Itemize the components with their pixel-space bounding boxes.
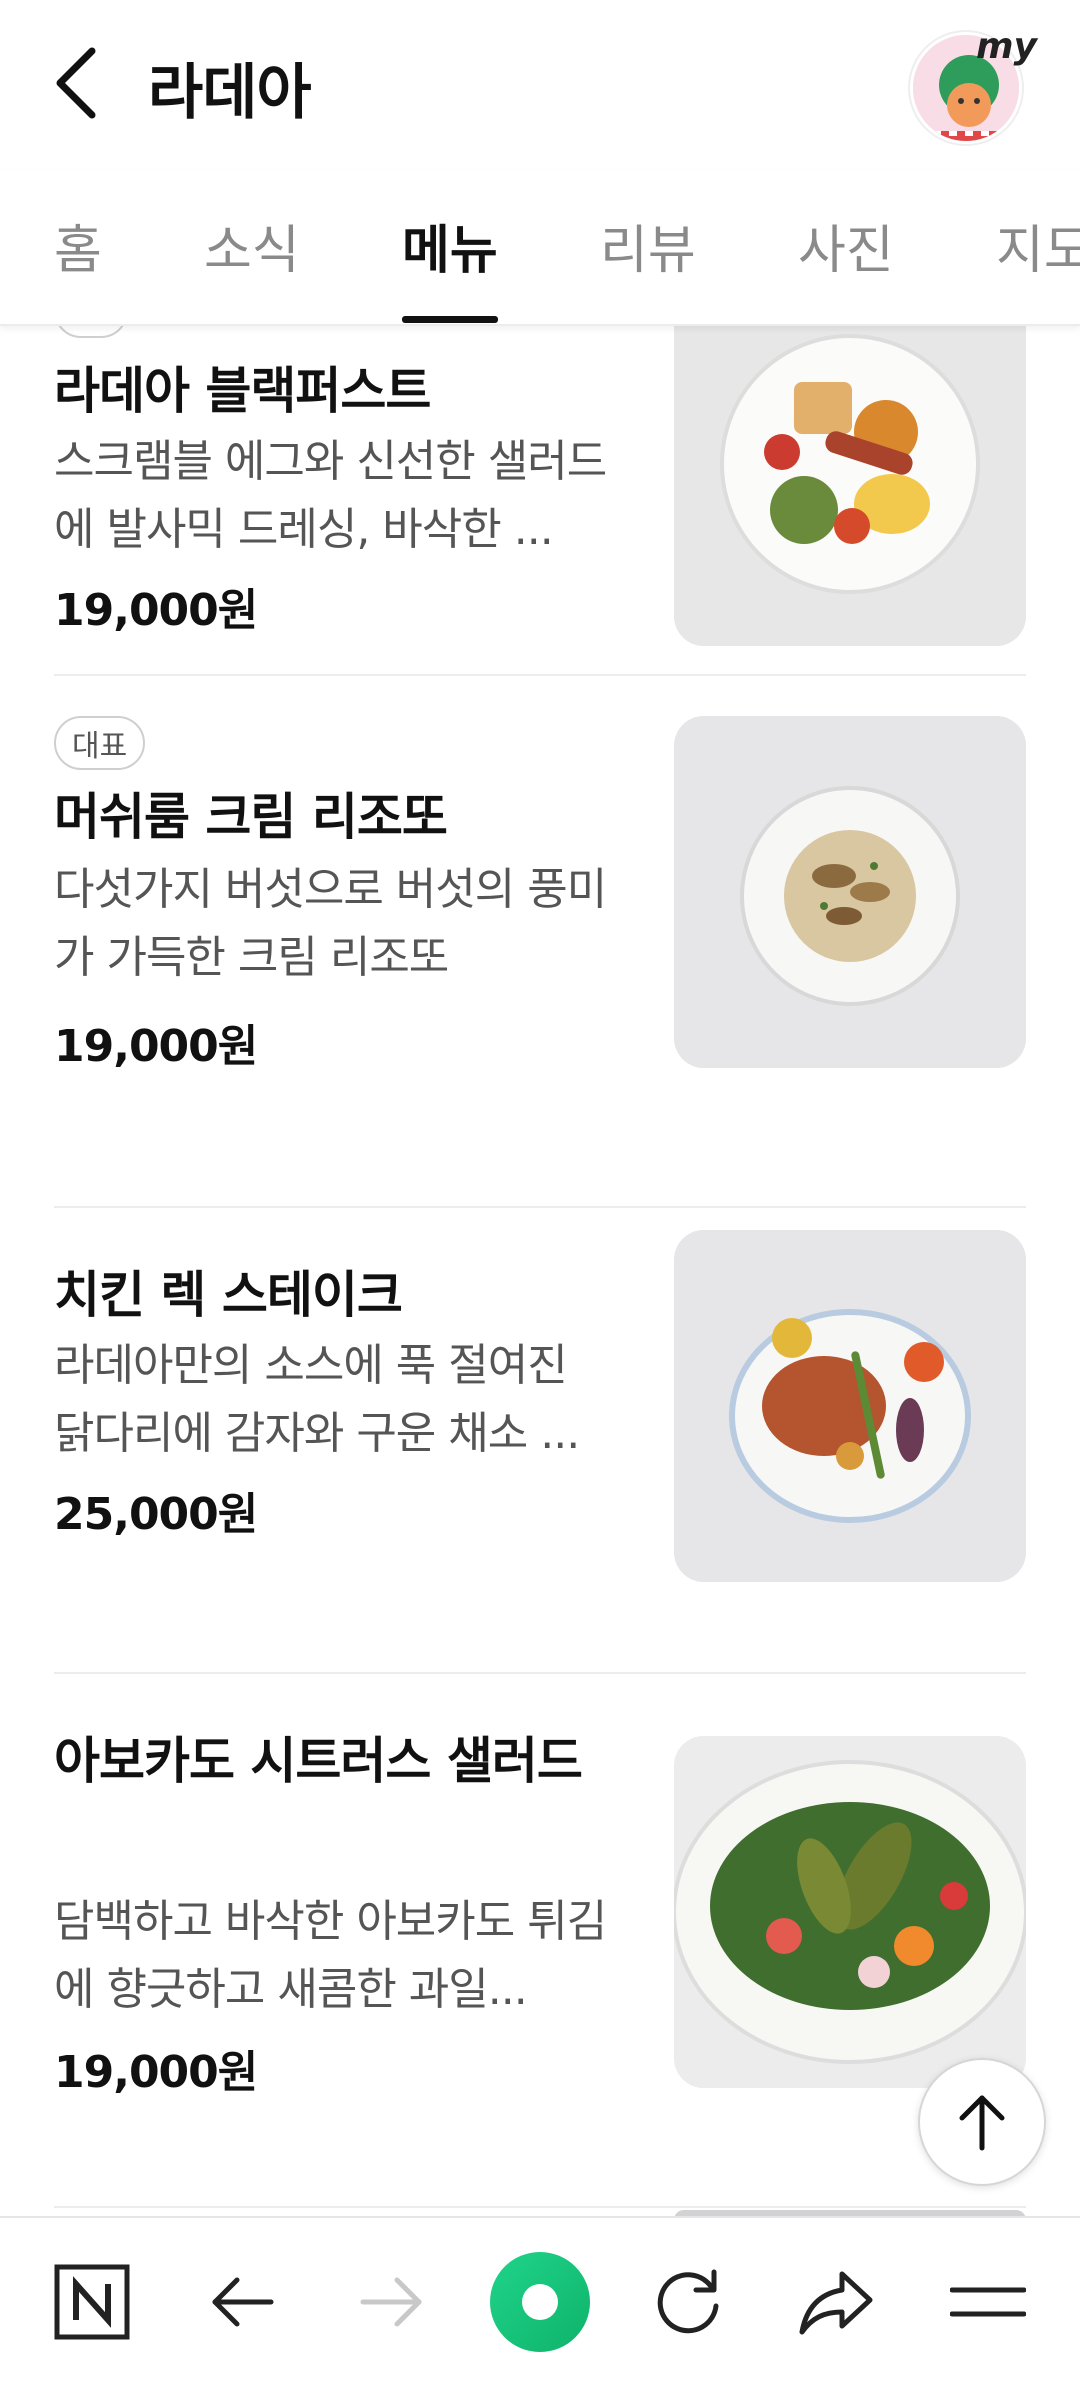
tab-photos[interactable]: 사진: [798, 208, 894, 283]
menu-item-name: 치킨 렉 스테이크: [54, 1266, 403, 1324]
scroll-to-top-button[interactable]: [918, 2058, 1046, 2186]
page-title: 라데아: [148, 58, 312, 128]
menu-item-price: 19,000원: [54, 1021, 258, 1072]
breakfast-plate-icon: [674, 326, 1026, 646]
menu-item-image: [674, 326, 1026, 646]
tab-home[interactable]: 홈: [54, 208, 102, 283]
tab-bar: 홈 소식 메뉴 리뷰 사진 지도: [0, 170, 1080, 326]
menu-item[interactable]: 아보카도 시트러스 샐러드 담백하고 바삭한 아보카도 튀김에 향긋하고 새콤한…: [0, 1726, 1080, 2216]
arrow-up-icon: [959, 2095, 1005, 2151]
browser-bottom-bar: [0, 2216, 1080, 2384]
menu-item-description: 담백하고 바삭한 아보카도 튀김에 향긋하고 새콤한 과일...: [54, 1896, 607, 2015]
back-arrow-icon: [212, 2277, 274, 2327]
menu-item-image: [674, 1736, 1026, 2088]
browser-back-button[interactable]: [182, 2242, 302, 2362]
naver-home-button[interactable]: [32, 2242, 152, 2362]
share-icon: [799, 2271, 873, 2335]
menu-item-image: [674, 1230, 1026, 1582]
tab-news[interactable]: 소식: [204, 208, 300, 283]
app-header: 라데아 my: [0, 0, 1080, 170]
green-dot-icon: [490, 2252, 590, 2352]
chevron-left-icon: [56, 47, 96, 119]
my-label: my: [976, 26, 1037, 67]
item-divider: [54, 1672, 1026, 1674]
forward-arrow-icon: [360, 2277, 422, 2327]
menu-item-description: 다섯가지 버섯으로 버섯의 풍미가 가득한 크림 리조또: [54, 864, 607, 983]
menu-item-price: 25,000원: [54, 1489, 258, 1540]
menu-item-description: 스크램블 에그와 신선한 샐러드에 발사믹 드레싱, 바삭한 ...: [54, 436, 607, 555]
menu-item-name: 아보카도 시트러스 샐러드: [54, 1732, 583, 1790]
back-button[interactable]: [40, 38, 112, 128]
menu-item-name: 라데아 블랙퍼스트: [54, 362, 431, 420]
item-divider: [54, 674, 1026, 676]
tab-menu[interactable]: 메뉴: [402, 208, 498, 283]
share-button[interactable]: [776, 2242, 896, 2362]
item-divider: [54, 1206, 1026, 1208]
menu-badge: [54, 326, 129, 338]
menu-item-description: 라데아만의 소스에 푹 절여진 닭다리에 감자와 구운 채소 ...: [54, 1340, 580, 1459]
menu-item-image: [674, 716, 1026, 1068]
menu-item[interactable]: 라데아 블랙퍼스트 스크램블 에그와 신선한 샐러드에 발사믹 드레싱, 바삭한…: [0, 326, 1080, 676]
my-profile-button[interactable]: my: [908, 26, 1037, 146]
menu-button[interactable]: [928, 2242, 1048, 2362]
risotto-plate-icon: [674, 716, 1026, 1068]
menu-item-price: 19,000원: [54, 2047, 258, 2098]
refresh-button[interactable]: [628, 2242, 748, 2362]
naver-home-icon: [54, 2264, 130, 2340]
browser-forward-button[interactable]: [332, 2242, 452, 2362]
chicken-plate-icon: [674, 1230, 1026, 1582]
naver-green-dot-button[interactable]: [480, 2242, 600, 2362]
menu-item[interactable]: 치킨 렉 스테이크 라데아만의 소스에 푹 절여진 닭다리에 감자와 구운 채소…: [0, 1230, 1080, 1680]
tab-reviews[interactable]: 리뷰: [600, 208, 696, 283]
representative-badge: 대표: [54, 716, 146, 770]
menu-item-name: 머쉬룸 크림 리조또: [54, 788, 448, 846]
menu-list: 라데아 블랙퍼스트 스크램블 에그와 신선한 샐러드에 발사믹 드레싱, 바삭한…: [0, 326, 1080, 2216]
item-divider: [54, 2206, 1026, 2208]
menu-icon: [950, 2287, 1026, 2317]
active-tab-indicator: [402, 316, 498, 323]
refresh-icon: [657, 2269, 719, 2334]
tab-map[interactable]: 지도: [996, 208, 1080, 283]
menu-item-price: 19,000원: [54, 585, 258, 636]
menu-item[interactable]: 대표 머쉬룸 크림 리조또 다섯가지 버섯으로 버섯의 풍미가 가득한 크림 리…: [0, 716, 1080, 1208]
salad-plate-icon: [674, 1736, 1026, 2088]
